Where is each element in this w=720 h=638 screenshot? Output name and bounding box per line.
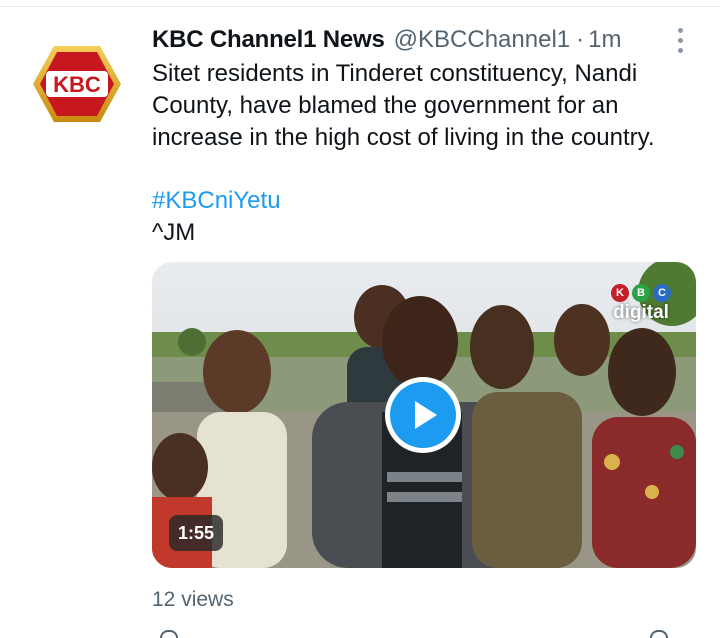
tweet-text-line: increase in the high cost of living in t… [152, 124, 655, 151]
avatar[interactable]: KBC [32, 44, 122, 124]
video-duration: 1:55 [169, 515, 224, 551]
watermark-letter-k: K [611, 284, 629, 302]
play-icon [390, 382, 456, 448]
separator-dot: · [576, 26, 585, 53]
play-button[interactable] [385, 377, 461, 453]
view-count[interactable]: 12 views [152, 588, 234, 612]
kbc-digital-watermark: K B C digital [606, 284, 676, 324]
watermark-letter-b: B [632, 284, 650, 302]
tweet-text-line: Sitet residents in Tinderet constituency… [152, 60, 638, 87]
watermark-letter-c: C [653, 284, 671, 302]
avatar-text: KBC [53, 72, 101, 97]
watermark-letters: K B C [606, 284, 676, 302]
watermark-word: digital [613, 302, 669, 323]
author-name[interactable]: KBC Channel1 News [152, 26, 385, 54]
timestamp[interactable]: 1m [588, 26, 621, 54]
video-player[interactable]: K B C digital 1:55 [152, 262, 696, 568]
tweet-signature: ^JM [152, 219, 196, 246]
hashtag-link[interactable]: #KBCniYetu [152, 185, 281, 217]
kbc-logo: KBC [33, 46, 121, 122]
more-options-icon[interactable] [668, 24, 692, 56]
more-dot [677, 47, 683, 53]
tweet-header: KBC Channel1 News @KBCChannel1 · 1m [152, 26, 621, 56]
author-handle[interactable]: @KBCChannel1 [394, 26, 570, 54]
more-dot [677, 27, 683, 33]
action-bar-partial [160, 630, 700, 638]
more-dot [677, 37, 683, 43]
top-divider [0, 6, 720, 7]
tweet-text-line: County, have blamed the government for a… [152, 92, 619, 119]
reply-icon[interactable] [160, 630, 178, 638]
share-icon[interactable] [650, 630, 668, 638]
